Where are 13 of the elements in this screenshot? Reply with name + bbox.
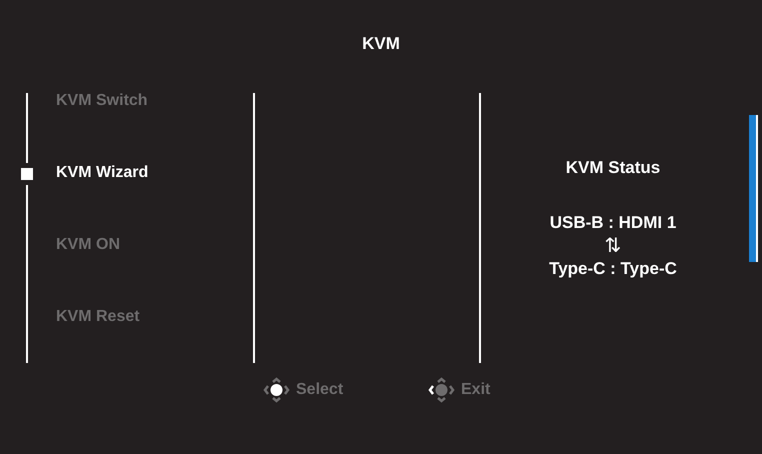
joystick-icon [263,377,290,403]
menu-item[interactable]: KVM Switch [56,93,148,109]
swap-arrows: ⇅ [604,234,622,259]
status-heading: KVM Status [566,158,660,178]
menu-item[interactable]: KVM Wizard [56,165,148,181]
status-line: USB-B : HDMI 1 [550,213,676,233]
menu-item[interactable]: KVM ON [56,237,120,253]
joystick-icon [428,377,455,403]
menu-item[interactable]: KVM Reset [56,309,140,325]
status-line: Type-C : Type-C [549,259,677,279]
hint-label: Exit [461,380,490,400]
menu-title: KVM [361,33,401,55]
hint-label: Select [296,380,344,400]
